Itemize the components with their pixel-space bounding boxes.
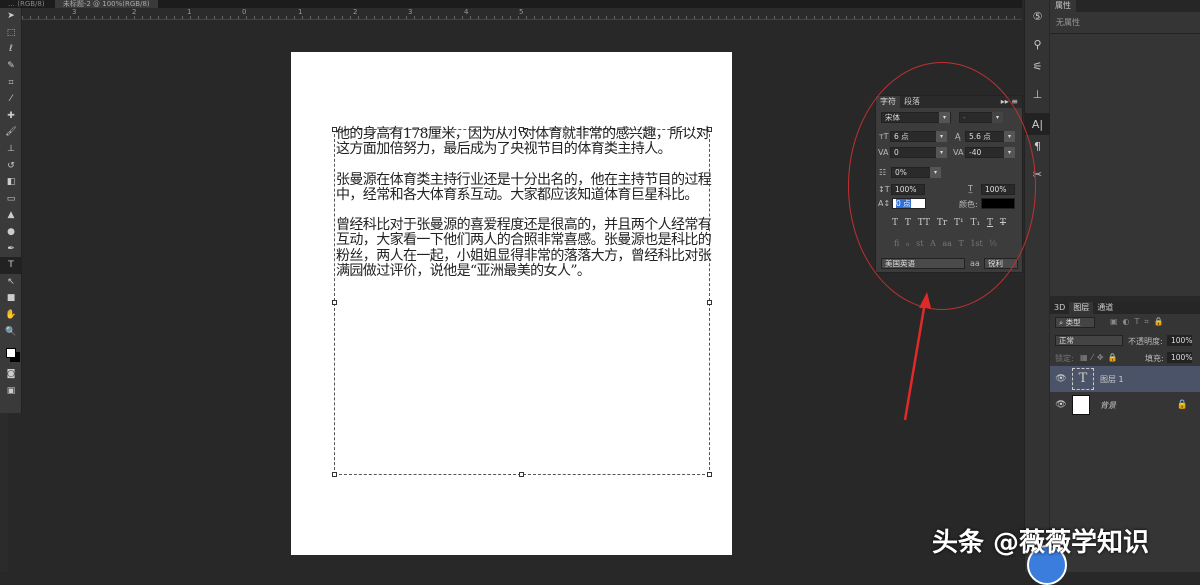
- text-layer-content[interactable]: 他的身高有178厘米，因为从小对体育就非常的感兴趣，所以对这方面加倍努力，最后成…: [336, 126, 716, 294]
- lock-icons[interactable]: ▦⁄✥🔒: [1080, 353, 1122, 362]
- tab-layers[interactable]: 图层: [1069, 302, 1094, 314]
- brush-settings-icon[interactable]: ⚟: [1025, 55, 1050, 77]
- blend-mode-select[interactable]: 正常: [1055, 335, 1123, 346]
- color-swatches-icon[interactable]: [0, 340, 22, 366]
- eye-icon[interactable]: 👁: [1050, 400, 1072, 410]
- quick-mask-icon[interactable]: ◙: [0, 366, 22, 383]
- type-tool-icon[interactable]: T: [0, 256, 22, 274]
- layer-filter-select[interactable]: ⌕ 类型: [1055, 317, 1095, 328]
- ruler-tick: 5: [519, 8, 524, 16]
- hand-tool-icon[interactable]: ✋: [0, 307, 22, 324]
- ruler-tick: 2: [353, 8, 358, 16]
- shape-tool-icon[interactable]: ■: [0, 290, 22, 307]
- opacity-label: 不透明度:: [1128, 337, 1163, 346]
- history-brush-icon[interactable]: ↺: [0, 157, 22, 174]
- zoom-tool-icon[interactable]: 🔍: [0, 323, 22, 340]
- eye-icon[interactable]: 👁: [1050, 374, 1072, 384]
- lock-label: 锁定:: [1055, 354, 1074, 363]
- path-select-icon[interactable]: ↖: [0, 274, 22, 291]
- move-tool-icon[interactable]: ➤: [0, 8, 22, 25]
- paragraph: 张曼源在体育类主持行业还是十分出名的，他在主持节目的过程中，经常和各大体育系互动…: [336, 171, 712, 203]
- history-icon[interactable]: ⑤: [1025, 5, 1050, 27]
- properties-empty-text: 无属性: [1050, 12, 1200, 34]
- layer-name: 图层 1: [1100, 374, 1124, 384]
- layer-row[interactable]: 👁 背景 🔒: [1050, 392, 1200, 418]
- lasso-tool-icon[interactable]: ℓ: [0, 41, 22, 58]
- brush-presets-icon[interactable]: ⚲: [1025, 33, 1050, 55]
- ruler-tick: 0: [242, 8, 247, 16]
- quick-select-icon[interactable]: ✎: [0, 58, 22, 75]
- tools-panel: ➤ ⬚ ℓ ✎ ⌗ ⁄ ✚ 🖌 ⊥ ↺ ◧ ▭ ▲ ● ✒ T ↖ ■ ✋ 🔍 …: [0, 8, 22, 413]
- watermark: 头条 @薇薇学知识: [932, 528, 1150, 558]
- background-thumbnail: [1072, 395, 1090, 415]
- ruler-tick: 3: [408, 8, 413, 16]
- paragraph: 曾经科比对于张曼源的喜爱程度还是很高的，并且两个人经常有互动，大家看一下他们两人…: [336, 217, 712, 280]
- resize-handle[interactable]: [332, 472, 337, 477]
- ruler-tick: 4: [464, 8, 469, 16]
- fill-label: 填充:: [1145, 354, 1164, 363]
- paragraph: 他的身高有178厘米，因为从小对体育就非常的感兴趣，所以对这方面加倍努力，最后成…: [336, 126, 710, 158]
- screen-mode-icon[interactable]: ▣: [0, 382, 22, 399]
- blur-tool-icon[interactable]: ▲: [0, 207, 22, 224]
- tab-properties[interactable]: 属性: [1050, 0, 1076, 12]
- lock-icon: 🔒: [1176, 400, 1188, 410]
- eraser-tool-icon[interactable]: ◧: [0, 174, 22, 191]
- layer-row[interactable]: 👁 T 图层 1: [1050, 366, 1200, 392]
- pen-tool-icon[interactable]: ✒: [0, 240, 22, 257]
- brush-tool-icon[interactable]: 🖌: [0, 124, 22, 141]
- ruler-tick: 1: [187, 8, 192, 16]
- annotation-circle: [848, 62, 1036, 310]
- opacity-field[interactable]: 100%: [1167, 335, 1192, 346]
- tab-document-2[interactable]: 未标题-2 @ 100%(RGB/8): [54, 0, 158, 8]
- fill-field[interactable]: 100%: [1167, 352, 1192, 363]
- crop-tool-icon[interactable]: ⌗: [0, 74, 22, 91]
- ruler-tick: 1: [298, 8, 303, 16]
- layer-name: 背景: [1100, 400, 1116, 410]
- resize-handle[interactable]: [707, 472, 712, 477]
- gradient-tool-icon[interactable]: ▭: [0, 191, 22, 208]
- resize-handle[interactable]: [519, 472, 524, 477]
- horizontal-ruler: 3 2 1 0 1 2 3 4 5: [22, 8, 1022, 20]
- healing-brush-icon[interactable]: ✚: [0, 108, 22, 125]
- tab-3d[interactable]: 3D: [1050, 302, 1069, 314]
- tab-channels[interactable]: 通道: [1093, 302, 1117, 314]
- document-tabs: … (RGB/8) 未标题-2 @ 100%(RGB/8): [0, 0, 1022, 8]
- text-layer-thumbnail-icon: T: [1072, 368, 1094, 390]
- filter-icons[interactable]: ▣◐T⌗🔒: [1110, 317, 1169, 327]
- character-panel-icon[interactable]: A|: [1025, 113, 1050, 135]
- marquee-tool-icon[interactable]: ⬚: [0, 25, 22, 42]
- annotation-arrow: [903, 292, 931, 421]
- properties-panel: 属性 无属性: [1050, 0, 1200, 296]
- tab-document-1[interactable]: … (RGB/8): [0, 0, 53, 8]
- eyedropper-icon[interactable]: ⁄: [0, 91, 22, 108]
- ruler-tick: 3: [72, 8, 77, 16]
- panel-dock-strip: ⑤ ⚲ ⚟ ⊥ A| ¶ ✂: [1024, 0, 1050, 572]
- ruler-tick: 2: [132, 8, 137, 16]
- resize-handle[interactable]: [332, 300, 337, 305]
- resize-handle[interactable]: [707, 300, 712, 305]
- dodge-tool-icon[interactable]: ●: [0, 224, 22, 241]
- stamp-tool-icon[interactable]: ⊥: [0, 141, 22, 158]
- clone-source-icon[interactable]: ⊥: [1025, 83, 1050, 105]
